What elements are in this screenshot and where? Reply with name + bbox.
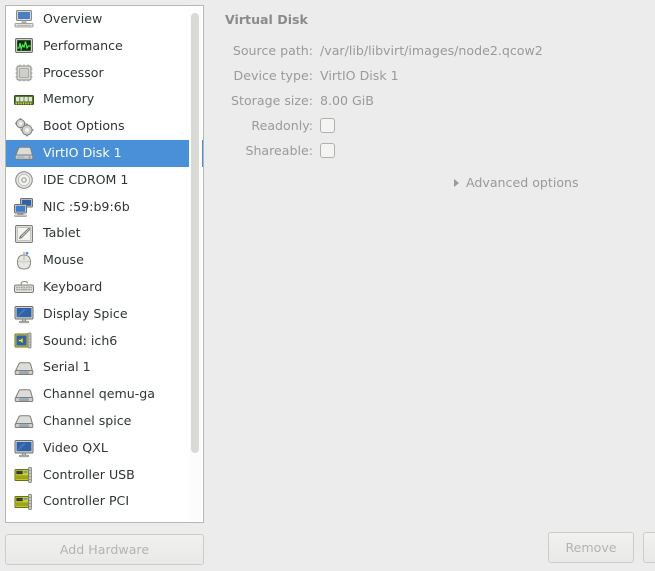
hardware-list-item-label: Tablet xyxy=(43,225,81,241)
gears-icon xyxy=(13,116,35,138)
keyboard-icon xyxy=(13,276,35,298)
checkbox-shareable[interactable] xyxy=(320,143,335,158)
detail-row: Device type: VirtIO Disk 1 xyxy=(216,63,646,88)
hardware-list-item-label: Controller USB xyxy=(43,466,135,482)
monitor-icon xyxy=(13,437,35,459)
hardware-list-item-channel-spice[interactable]: Channel spice xyxy=(6,408,203,435)
chevron-right-icon xyxy=(454,178,459,187)
hardware-list-item-keyboard[interactable]: Keyboard xyxy=(6,274,203,301)
hardware-list-item-sound-ich6[interactable]: Sound: ich6 xyxy=(6,328,203,355)
serial-port-icon xyxy=(13,410,35,432)
hardware-list-item-nic-59-b9-6b[interactable]: NIC :59:b9:6b xyxy=(6,194,203,221)
hardware-list-item-label: Memory xyxy=(43,91,95,107)
hardware-list-item-virtio-disk-1[interactable]: VirtIO Disk 1 xyxy=(6,139,203,167)
hardware-list-item-label: Mouse xyxy=(43,252,84,268)
pane-divider xyxy=(209,0,210,571)
hardware-list-item-label: IDE CDROM 1 xyxy=(43,171,129,187)
hardware-list[interactable]: Overview Performance Processor Memory Boot O… xyxy=(5,5,204,523)
add-hardware-button[interactable]: Add Hardware xyxy=(5,534,204,565)
optical-disc-icon xyxy=(13,169,35,191)
detail-row: Source path: /var/lib/libvirt/images/node… xyxy=(216,38,646,63)
detail-label: Shareable: xyxy=(245,143,313,158)
hardware-list-item-ide-cdrom-1[interactable]: IDE CDROM 1 xyxy=(6,167,203,194)
performance-graph-icon xyxy=(13,35,35,57)
hardware-list-item-label: Sound: ich6 xyxy=(43,332,118,348)
hardware-list-item-tablet[interactable]: Tablet xyxy=(6,220,203,247)
hardware-list-item-performance[interactable]: Performance xyxy=(6,33,203,60)
hardware-list-item-overview[interactable]: Overview xyxy=(6,6,203,33)
hardware-list-item-boot-options[interactable]: Boot Options xyxy=(6,113,203,140)
computer-icon xyxy=(13,8,35,30)
hardware-list-item-label: Keyboard xyxy=(43,279,103,295)
page-title: Virtual Disk xyxy=(225,12,308,27)
hardware-list-item-controller-usb[interactable]: Controller USB xyxy=(6,462,203,489)
remove-button[interactable]: Remove xyxy=(548,532,634,563)
network-card-icon xyxy=(13,196,35,218)
hardware-list-item-label: VirtIO Disk 1 xyxy=(43,145,122,161)
sound-card-icon xyxy=(13,330,35,352)
serial-port-icon xyxy=(13,357,35,379)
detail-label: Device type: xyxy=(233,68,313,83)
pci-controller-icon xyxy=(13,491,35,513)
hardware-list-item-label: Controller PCI xyxy=(43,493,130,509)
hardware-list-item-display-spice[interactable]: Display Spice xyxy=(6,301,203,328)
detail-value: 8.00 GiB xyxy=(320,93,374,108)
hardware-list-item-label: Channel spice xyxy=(43,413,132,429)
hardware-list-item-label: NIC :59:b9:6b xyxy=(43,198,130,214)
add-hardware-button-label: Add Hardware xyxy=(59,542,150,557)
hardware-sidebar: Overview Performance Processor Memory Boot O… xyxy=(5,5,206,566)
hardware-list-item-channel-qemu-ga[interactable]: Channel qemu-ga xyxy=(6,381,203,408)
detail-row: Shareable: xyxy=(216,138,646,163)
hardware-list-item-label: Serial 1 xyxy=(43,359,91,375)
memory-module-icon xyxy=(13,89,35,111)
hardware-list-item-label: Display Spice xyxy=(43,305,128,321)
clipped-footer-button[interactable] xyxy=(643,532,655,563)
details-pane: Virtual Disk Source path: /var/lib/libvir… xyxy=(216,0,655,571)
checkbox-readonly[interactable] xyxy=(320,118,335,133)
serial-port-icon xyxy=(13,384,35,406)
hardware-list-item-label: Performance xyxy=(43,37,123,53)
hardware-list-item-memory[interactable]: Memory xyxy=(6,86,203,113)
hardware-list-item-serial-1[interactable]: Serial 1 xyxy=(6,354,203,381)
detail-label: Source path: xyxy=(232,43,313,58)
detail-row: Storage size: 8.00 GiB xyxy=(216,88,646,113)
pci-controller-icon xyxy=(13,464,35,486)
cpu-chip-icon xyxy=(13,62,35,84)
detail-label: Readonly: xyxy=(251,118,313,133)
advanced-options-label: Advanced options xyxy=(466,175,579,190)
hardware-list-item-label: Video QXL xyxy=(43,439,108,455)
hardware-list-item-label: Overview xyxy=(43,11,103,27)
remove-button-label: Remove xyxy=(565,540,617,555)
detail-value: /var/lib/libvirt/images/node2.qcow2 xyxy=(320,43,543,58)
details-field-list: Source path: /var/lib/libvirt/images/node… xyxy=(216,38,646,163)
advanced-options-toggle[interactable]: Advanced options xyxy=(454,175,579,190)
vm-hardware-details-window: Overview Performance Processor Memory Boot O… xyxy=(0,0,655,571)
hard-disk-icon xyxy=(13,142,35,164)
detail-row: Readonly: xyxy=(216,113,646,138)
hardware-list-item-video-qxl[interactable]: Video QXL xyxy=(6,435,203,462)
hardware-list-item-label: Processor xyxy=(43,64,104,80)
detail-value: VirtIO Disk 1 xyxy=(320,68,399,83)
hardware-list-item-mouse[interactable]: Mouse xyxy=(6,247,203,274)
hardware-list-scrollbar-thumb[interactable] xyxy=(191,13,199,453)
detail-label: Storage size: xyxy=(231,93,313,108)
hardware-list-item-controller-pci[interactable]: Controller PCI xyxy=(6,488,203,515)
monitor-icon xyxy=(13,303,35,325)
hardware-list-item-label: Boot Options xyxy=(43,118,125,134)
mouse-icon xyxy=(13,250,35,272)
hardware-list-item-label: Channel qemu-ga xyxy=(43,386,155,402)
tablet-pen-icon xyxy=(13,223,35,245)
hardware-list-scrollbar[interactable] xyxy=(189,7,202,521)
hardware-list-item-processor[interactable]: Processor xyxy=(6,60,203,87)
